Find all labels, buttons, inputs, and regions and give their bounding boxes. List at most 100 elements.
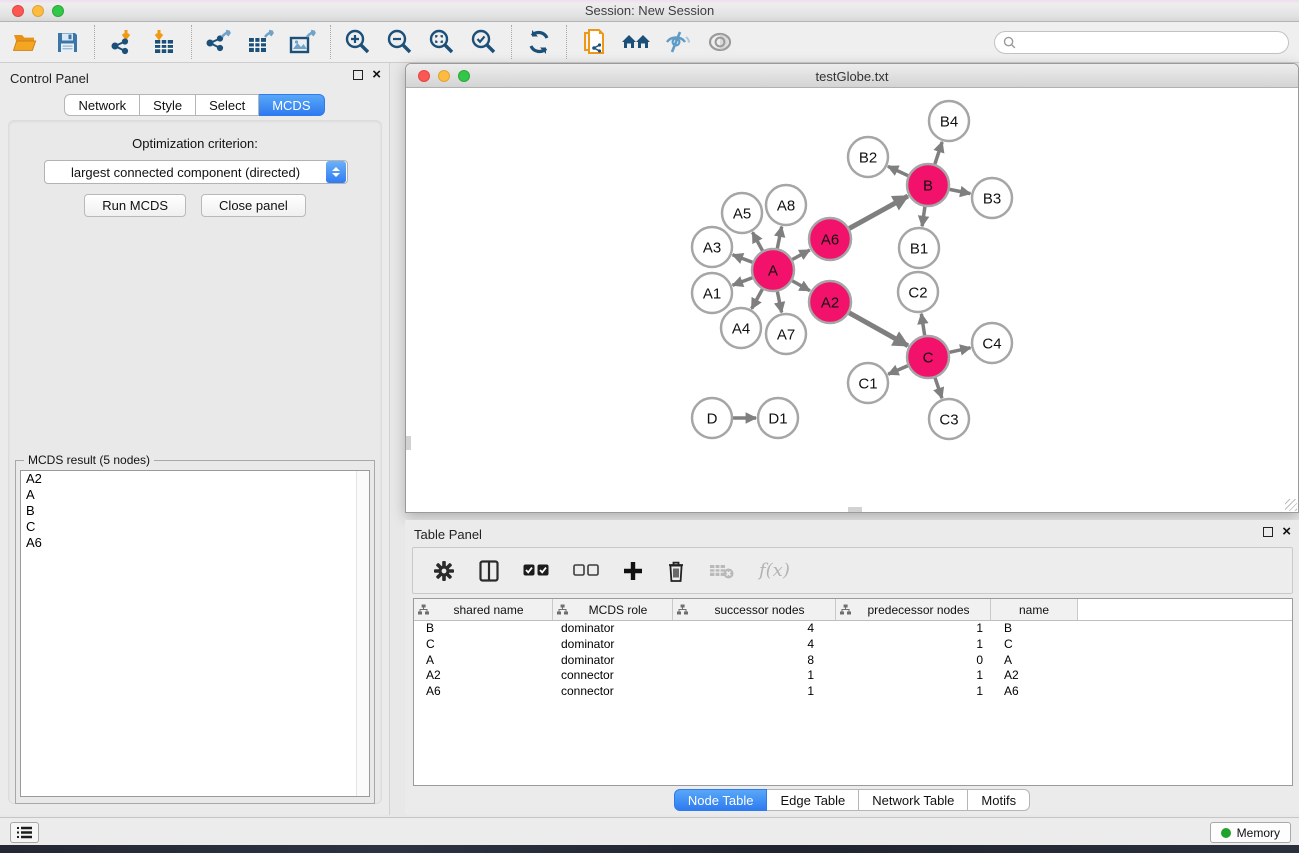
tab-mcds[interactable]: MCDS <box>259 94 324 116</box>
edge-C-C2[interactable] <box>921 314 924 336</box>
node-C[interactable]: C <box>907 336 949 378</box>
float-panel-icon[interactable] <box>353 70 363 80</box>
edge-A-A3[interactable] <box>733 255 753 262</box>
tab-motifs[interactable]: Motifs <box>968 789 1030 811</box>
split-pane-button[interactable] <box>479 560 499 582</box>
window-resize-grip[interactable] <box>1285 499 1297 511</box>
column-header-shared-name[interactable]: shared name <box>414 599 553 620</box>
result-item[interactable]: C <box>21 519 369 535</box>
table-row[interactable]: Bdominator41B <box>414 621 1292 637</box>
column-header-successor-nodes[interactable]: successor nodes <box>673 599 836 620</box>
float-table-panel-icon[interactable] <box>1263 527 1273 537</box>
tab-style[interactable]: Style <box>140 94 196 116</box>
edge-A6-B[interactable] <box>849 196 908 228</box>
table-row[interactable]: A6connector11A6 <box>414 684 1292 700</box>
zoom-in-button[interactable] <box>343 27 373 57</box>
save-session-button[interactable] <box>52 27 82 57</box>
node-A6[interactable]: A6 <box>809 218 851 260</box>
tab-network[interactable]: Network <box>64 94 140 116</box>
node-D[interactable]: D <box>692 398 732 438</box>
table-row[interactable]: Cdominator41C <box>414 637 1292 653</box>
zoom-selected-button[interactable] <box>469 27 499 57</box>
edge-C-C1[interactable] <box>888 366 908 375</box>
edge-A-A5[interactable] <box>753 232 763 250</box>
node-C1[interactable]: C1 <box>848 363 888 403</box>
table-row[interactable]: Adominator80A <box>414 653 1292 669</box>
show-panels-button[interactable] <box>10 822 39 843</box>
edge-C-C3[interactable] <box>935 378 942 398</box>
node-B2[interactable]: B2 <box>848 137 888 177</box>
table-settings-button[interactable] <box>433 560 455 582</box>
edge-B-B3[interactable] <box>950 189 971 193</box>
node-B1[interactable]: B1 <box>899 228 939 268</box>
export-network-button[interactable] <box>204 27 234 57</box>
import-network-button[interactable] <box>107 27 137 57</box>
select-all-button[interactable] <box>523 564 549 577</box>
node-C2[interactable]: C2 <box>898 272 938 312</box>
edge-A-A7[interactable] <box>777 292 781 313</box>
home-layout-button[interactable] <box>621 27 651 57</box>
node-C3[interactable]: C3 <box>929 399 969 439</box>
node-A4[interactable]: A4 <box>721 308 761 348</box>
node-A7[interactable]: A7 <box>766 314 806 354</box>
result-item[interactable]: A <box>21 487 369 503</box>
node-A3[interactable]: A3 <box>692 227 732 267</box>
deselect-all-button[interactable] <box>573 564 599 577</box>
canvas-vertical-scrollbar[interactable] <box>406 436 411 450</box>
delete-column-button[interactable] <box>667 560 685 582</box>
open-session-button[interactable] <box>10 27 40 57</box>
memory-button[interactable]: Memory <box>1210 822 1291 843</box>
export-image-button[interactable] <box>288 27 318 57</box>
edge-A2-C[interactable] <box>849 313 908 346</box>
refresh-view-button[interactable] <box>524 27 554 57</box>
node-B3[interactable]: B3 <box>972 178 1012 218</box>
network-graph[interactable]: B4 B2 B B3 A8A5 A6 A3 B1 A C2 A1 A2 A4A7 C4 C C1 D D1 C3 <box>406 88 1298 512</box>
export-table-button[interactable] <box>246 27 276 57</box>
result-item[interactable]: A2 <box>21 471 369 487</box>
edge-A-A4[interactable] <box>752 289 763 308</box>
close-table-panel-icon[interactable]: × <box>1282 527 1291 537</box>
node-C4[interactable]: C4 <box>972 323 1012 363</box>
hide-panels-button[interactable] <box>663 27 693 57</box>
close-panel-icon[interactable]: × <box>372 70 381 80</box>
node-A8[interactable]: A8 <box>766 185 806 225</box>
edge-A-A1[interactable] <box>733 278 753 285</box>
close-panel-button[interactable]: Close panel <box>201 194 306 217</box>
mcds-result-list[interactable]: A2ABCA6 <box>20 470 370 797</box>
criterion-dropdown[interactable]: largest connected component (directed) <box>44 160 348 184</box>
add-column-button[interactable] <box>623 561 643 581</box>
zoom-out-button[interactable] <box>385 27 415 57</box>
tab-select[interactable]: Select <box>196 94 259 116</box>
table-row[interactable]: A2connector11A2 <box>414 668 1292 684</box>
search-field[interactable] <box>994 31 1289 54</box>
result-item[interactable]: B <box>21 503 369 519</box>
node-A[interactable]: A <box>752 249 794 291</box>
clone-network-button[interactable] <box>579 27 609 57</box>
result-item[interactable]: A6 <box>21 535 369 551</box>
node-D1[interactable]: D1 <box>758 398 798 438</box>
node-A5[interactable]: A5 <box>722 193 762 233</box>
network-canvas[interactable]: B4 B2 B B3 A8A5 A6 A3 B1 A C2 A1 A2 A4A7 C4 C C1 D D1 C3 <box>406 88 1298 512</box>
zoom-fit-button[interactable] <box>427 27 457 57</box>
tab-node-table[interactable]: Node Table <box>674 789 768 811</box>
edge-A-A6[interactable] <box>792 250 809 260</box>
show-view-button[interactable] <box>705 27 735 57</box>
canvas-horizontal-scrollbar[interactable] <box>848 507 862 512</box>
tab-edge-table[interactable]: Edge Table <box>767 789 859 811</box>
edge-A-A8[interactable] <box>777 227 781 249</box>
search-input[interactable] <box>1021 36 1271 50</box>
import-table-button[interactable] <box>149 27 179 57</box>
network-window-titlebar[interactable]: testGlobe.txt <box>406 64 1298 88</box>
node-A1[interactable]: A1 <box>692 273 732 313</box>
edge-B-B2[interactable] <box>888 166 908 175</box>
node-B[interactable]: B <box>907 164 949 206</box>
run-mcds-button[interactable]: Run MCDS <box>84 194 186 217</box>
node-A2[interactable]: A2 <box>809 281 851 323</box>
tab-network-table[interactable]: Network Table <box>859 789 968 811</box>
result-list-scrollbar[interactable] <box>356 471 369 796</box>
column-header-MCDS-role[interactable]: MCDS role <box>553 599 673 620</box>
column-header-predecessor-nodes[interactable]: predecessor nodes <box>836 599 991 620</box>
edge-B-B1[interactable] <box>922 207 925 226</box>
edge-A-A2[interactable] <box>792 281 810 291</box>
node-B4[interactable]: B4 <box>929 101 969 141</box>
